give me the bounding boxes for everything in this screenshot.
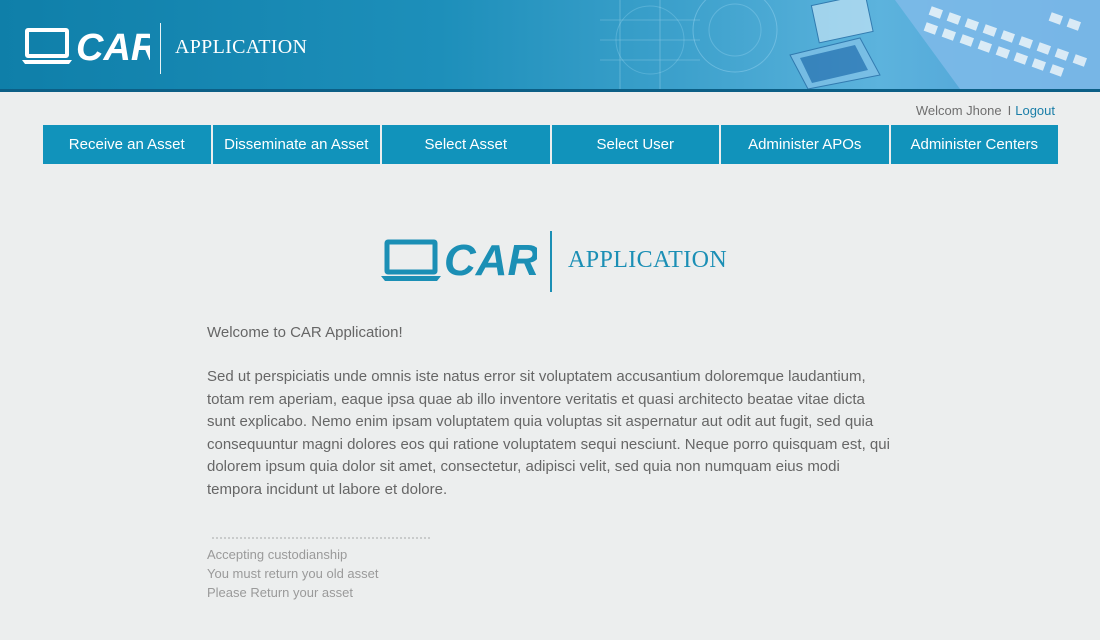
- welcome-user-text: Welcom Jhone: [915, 103, 1002, 118]
- dotted-divider: [212, 537, 430, 539]
- logout-link[interactable]: Logout: [1015, 103, 1055, 118]
- intro-paragraph: Sed ut perspiciatis unde omnis iste natu…: [207, 368, 890, 498]
- userbar-separator: I: [1007, 103, 1012, 118]
- nav-administer-apos[interactable]: Administer APOs: [721, 125, 891, 164]
- nav-select-asset[interactable]: Select Asset: [382, 125, 552, 164]
- banner-background-art: [600, 0, 1100, 89]
- welcome-heading: Welcome to CAR Application!: [207, 324, 403, 341]
- main-content: Welcome to CAR Application! Sed ut persp…: [207, 322, 897, 501]
- center-app-label: APPLICATION: [568, 247, 728, 273]
- note-item: You must return you old asset: [207, 566, 379, 581]
- nav-disseminate-asset[interactable]: Disseminate an Asset: [212, 125, 382, 164]
- header-banner: CAR APPLICATION: [0, 0, 1100, 92]
- center-logo-text: CAR: [444, 236, 537, 284]
- banner-app-label: APPLICATION: [175, 36, 308, 58]
- center-laptop-logo-icon: CAR: [381, 236, 537, 284]
- banner-logo-text: CAR: [76, 27, 150, 69]
- note-item: Please Return your asset: [207, 585, 353, 600]
- main-nav: Receive an Asset Disseminate an Asset Se…: [43, 125, 1058, 164]
- banner-divider: [160, 23, 161, 74]
- notes-list: Accepting custodianship You must return …: [207, 545, 379, 602]
- nav-receive-asset[interactable]: Receive an Asset: [43, 125, 213, 164]
- center-logo-divider: [550, 231, 552, 292]
- nav-administer-centers[interactable]: Administer Centers: [890, 125, 1058, 164]
- user-bar: Welcom Jhone I Logout: [916, 103, 1055, 118]
- note-item: Accepting custodianship: [207, 547, 348, 562]
- laptop-logo-icon: CAR: [22, 27, 150, 69]
- nav-select-user[interactable]: Select User: [551, 125, 721, 164]
